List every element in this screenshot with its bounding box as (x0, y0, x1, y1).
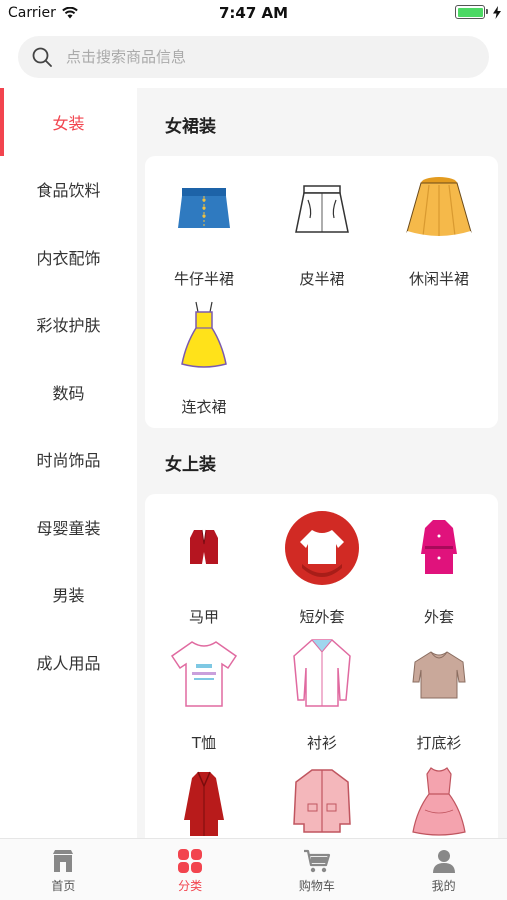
grid-item-denim-skirt[interactable]: 牛仔半裙 (145, 170, 263, 290)
sidebar-item-maternal-kids[interactable]: 母婴童装 (0, 493, 137, 561)
section-title-tops: 女上装 (165, 455, 216, 475)
sidebar-item-underwear-accessories[interactable]: 内衣配饰 (0, 223, 137, 291)
grid-item-label: 衬衫 (306, 734, 337, 752)
grid-item-label: 连衣裙 (181, 398, 227, 416)
pink-jacket-icon (293, 769, 351, 833)
sidebar-item-label: 女装 (52, 113, 85, 133)
grid-item-label: 打底衫 (416, 734, 462, 752)
sidebar-item-label: 数码 (52, 383, 85, 403)
section-card-tops: 马甲 短外套 外套 T恤 衬衫 打底衫 (145, 494, 498, 838)
red-coat-icon (184, 771, 224, 836)
tab-label: 分类 (178, 879, 203, 893)
grid-item-label: 外套 (423, 608, 454, 626)
sidebar-item-label: 时尚饰品 (36, 451, 101, 471)
tab-label: 我的 (431, 879, 456, 893)
charging-icon (493, 5, 501, 19)
search-bar[interactable] (18, 36, 489, 78)
status-bar: Carrier 7:47 AM (0, 0, 507, 28)
battery-icon (455, 5, 488, 19)
sidebar-item-adult-products[interactable]: 成人用品 (0, 628, 137, 696)
grid-item-shirt[interactable]: 衬衫 (263, 634, 381, 754)
coat-icon (421, 520, 457, 574)
category-sidebar: 女装 食品饮料 内衣配饰 彩妆护肤 数码 时尚饰品 母婴童装 男装 成人用品 (0, 88, 137, 838)
grid-item-label: 短外套 (299, 608, 345, 626)
category-icon (178, 849, 203, 873)
tab-category[interactable]: 分类 (127, 839, 254, 900)
sidebar-item-food-drinks[interactable]: 食品饮料 (0, 156, 137, 224)
tab-cart[interactable]: 购物车 (254, 839, 381, 900)
grid-item-dress[interactable]: 连衣裙 (145, 298, 263, 418)
sidebar-item-label: 男装 (52, 586, 85, 606)
cart-icon (303, 849, 330, 873)
tab-label: 购物车 (298, 879, 335, 893)
search-input[interactable] (66, 48, 446, 66)
grid-item-base-layer[interactable]: 打底衫 (380, 634, 498, 754)
sidebar-item-label: 彩妆护肤 (36, 316, 101, 336)
short-jacket-icon (285, 511, 359, 585)
grid-item-pink-jacket[interactable] (263, 760, 381, 838)
grid-item-short-jacket[interactable]: 短外套 (263, 508, 381, 628)
dress-icon (181, 301, 227, 368)
grid-item-label: 休闲半裙 (408, 270, 469, 288)
sidebar-item-mens-clothing[interactable]: 男装 (0, 561, 137, 629)
grid-item-coat[interactable]: 外套 (380, 508, 498, 628)
casual-skirt-icon (406, 177, 472, 238)
home-icon (53, 850, 74, 872)
grid-item-label: 马甲 (188, 608, 219, 626)
user-icon (432, 850, 455, 873)
sidebar-item-fashion-jewelry[interactable]: 时尚饰品 (0, 426, 137, 494)
sidebar-item-makeup-skincare[interactable]: 彩妆护肤 (0, 291, 137, 359)
tab-home[interactable]: 首页 (0, 839, 127, 900)
tab-profile[interactable]: 我的 (380, 839, 507, 900)
vest-icon (190, 529, 218, 564)
section-card-dresses: 牛仔半裙 皮半裙 休闲半裙 连衣裙 (145, 156, 498, 428)
grid-item-label: 牛仔半裙 (173, 270, 234, 288)
search-icon (32, 47, 52, 67)
sidebar-item-label: 食品饮料 (36, 181, 101, 201)
pink-dress-icon (412, 767, 466, 836)
grid-item-casual-skirt[interactable]: 休闲半裙 (380, 170, 498, 290)
grid-item-red-coat[interactable] (145, 760, 263, 838)
grid-item-label: 皮半裙 (299, 270, 345, 288)
shirt-icon (293, 639, 351, 707)
tab-bar: 首页 分类 购物车 我的 (0, 838, 507, 900)
sidebar-item-womens-clothing[interactable]: 女装 (0, 88, 137, 156)
sidebar-item-digital[interactable]: 数码 (0, 358, 137, 426)
grid-item-label: T恤 (191, 734, 217, 752)
denim-skirt-icon (178, 188, 230, 228)
tab-label: 首页 (51, 879, 76, 893)
sidebar-item-label: 成人用品 (36, 653, 101, 673)
sidebar-item-label: 内衣配饰 (36, 248, 101, 268)
section-title-dresses: 女裙装 (165, 117, 216, 137)
sidebar-item-label: 母婴童装 (36, 518, 101, 538)
status-right (455, 5, 501, 19)
grid-item-pink-dress[interactable] (380, 760, 498, 838)
tshirt-icon (170, 641, 238, 707)
category-content[interactable]: 女裙装 牛仔半裙 皮半裙 休闲半裙 连衣裙 女上装 马甲 短外套 外套 T恤 衬… (137, 88, 507, 838)
leather-skirt-icon (295, 185, 349, 233)
grid-item-tshirt[interactable]: T恤 (145, 634, 263, 754)
status-time: 7:47 AM (218, 4, 289, 22)
base-layer-icon (412, 651, 466, 699)
grid-item-vest[interactable]: 马甲 (145, 508, 263, 628)
grid-item-leather-skirt[interactable]: 皮半裙 (263, 170, 381, 290)
